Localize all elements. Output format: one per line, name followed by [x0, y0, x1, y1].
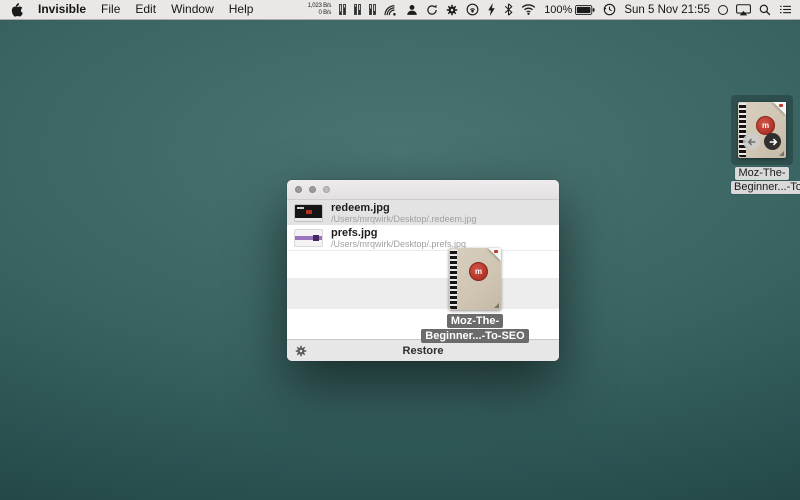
file-list-row-redeem[interactable]: redeem.jpg /Users/mrqwirk/Desktop/.redee… [287, 200, 559, 225]
time-machine-icon[interactable] [603, 3, 616, 16]
menu-bar-status: 1,023 B/s 0 B/s 100% Sun 5 Nov 21:55 [308, 3, 800, 16]
battery-status[interactable]: 100% [544, 4, 595, 16]
invisible-app-window: redeem.jpg /Users/mrqwirk/Desktop/.redee… [287, 180, 559, 361]
fold-red-mark [494, 250, 498, 253]
airplay-display-icon[interactable] [736, 4, 751, 16]
app-menu-title[interactable]: Invisible [38, 0, 86, 19]
file-path: /Users/mrqwirk/Desktop/.prefs.jpg [331, 239, 466, 249]
desktop: { "colors": { "desktop_center": "#4a7471… [0, 0, 800, 500]
moz-badge-icon: m [469, 262, 488, 281]
preview-page-nav [743, 133, 781, 150]
apple-logo-icon [11, 3, 23, 17]
desktop-file-selection-highlight: m [731, 95, 793, 165]
menu-bar-left: Invisible File Edit Window Help [0, 0, 253, 19]
window-titlebar[interactable] [287, 180, 559, 200]
file-name: redeem.jpg [331, 202, 477, 214]
previous-page-button[interactable] [743, 133, 760, 150]
notification-center-icon[interactable] [779, 4, 792, 15]
settings-button[interactable] [295, 340, 307, 361]
hotspot-icon[interactable] [466, 3, 479, 16]
drag-ghost-label-line2: Beginner...-To-SEO [421, 329, 528, 343]
file-row-text: prefs.jpg /Users/mrqwirk/Desktop/.prefs.… [331, 227, 466, 249]
gear-icon [295, 345, 307, 357]
drag-ghost-label: Moz-The- Beginner...-To-SEO [405, 314, 545, 343]
battery-icon [575, 5, 595, 15]
menu-bar-clock[interactable]: Sun 5 Nov 21:55 [624, 4, 710, 16]
menu-edit[interactable]: Edit [135, 0, 156, 19]
power-bolt-icon[interactable] [487, 3, 496, 16]
network-speed-readout[interactable]: 1,023 B/s 0 B/s [308, 3, 332, 16]
cpu-gauge-icon[interactable] [339, 4, 346, 15]
desktop-file-label-line2: Beginner...-To-SEO [731, 181, 800, 194]
desktop-file-moz-guide[interactable]: m Moz-The- Beginner...-To-SEO [731, 95, 793, 194]
net-down-text: 0 B/s [319, 10, 332, 16]
sync-icon[interactable] [426, 4, 438, 16]
wireless-signal-icon[interactable] [384, 4, 398, 16]
user-icon[interactable] [406, 4, 418, 16]
siri-icon[interactable] [718, 5, 728, 15]
redeem-thumbnail [295, 205, 322, 221]
arrow-left-icon [747, 137, 757, 147]
disk-gauge-icon[interactable] [369, 4, 376, 15]
moz-book-document-icon[interactable]: m [738, 102, 786, 158]
desktop-file-label: Moz-The- Beginner...-To-SEO [731, 167, 793, 194]
drag-ghost-label-line1: Moz-The- [447, 314, 503, 328]
zoom-button[interactable] [323, 186, 330, 193]
menu-window[interactable]: Window [171, 0, 214, 19]
desktop-file-label-line1: Moz-The- [735, 167, 788, 180]
file-path: /Users/mrqwirk/Desktop/.redeem.jpg [331, 214, 477, 224]
spiral-binding-icon [450, 249, 457, 309]
fold-red-mark [779, 104, 783, 107]
page-curl-icon [494, 303, 499, 308]
battery-percent-text: 100% [544, 4, 572, 16]
page-curl-icon [779, 151, 784, 156]
close-button[interactable] [295, 186, 302, 193]
menu-bar: Invisible File Edit Window Help 1,023 B/… [0, 0, 800, 20]
moz-book-document-icon: m [449, 248, 501, 310]
minimize-button[interactable] [309, 186, 316, 193]
apple-menu[interactable] [11, 3, 23, 17]
bluetooth-icon[interactable] [504, 3, 513, 16]
arrow-right-icon [768, 137, 778, 147]
gear-icon[interactable] [446, 4, 458, 16]
next-page-button[interactable] [764, 133, 781, 150]
wifi-icon[interactable] [521, 4, 536, 15]
menu-file[interactable]: File [101, 0, 120, 19]
menu-help[interactable]: Help [229, 0, 254, 19]
net-up-text: 1,023 B/s [308, 3, 332, 9]
prefs-thumbnail [295, 230, 322, 246]
file-row-text: redeem.jpg /Users/mrqwirk/Desktop/.redee… [331, 202, 477, 224]
memory-gauge-icon[interactable] [354, 4, 361, 15]
spotlight-search-icon[interactable] [759, 4, 771, 16]
file-name: prefs.jpg [331, 227, 466, 239]
restore-button[interactable]: Restore [403, 345, 444, 357]
dragged-file-ghost[interactable]: m Moz-The- Beginner...-To-SEO [405, 248, 545, 343]
